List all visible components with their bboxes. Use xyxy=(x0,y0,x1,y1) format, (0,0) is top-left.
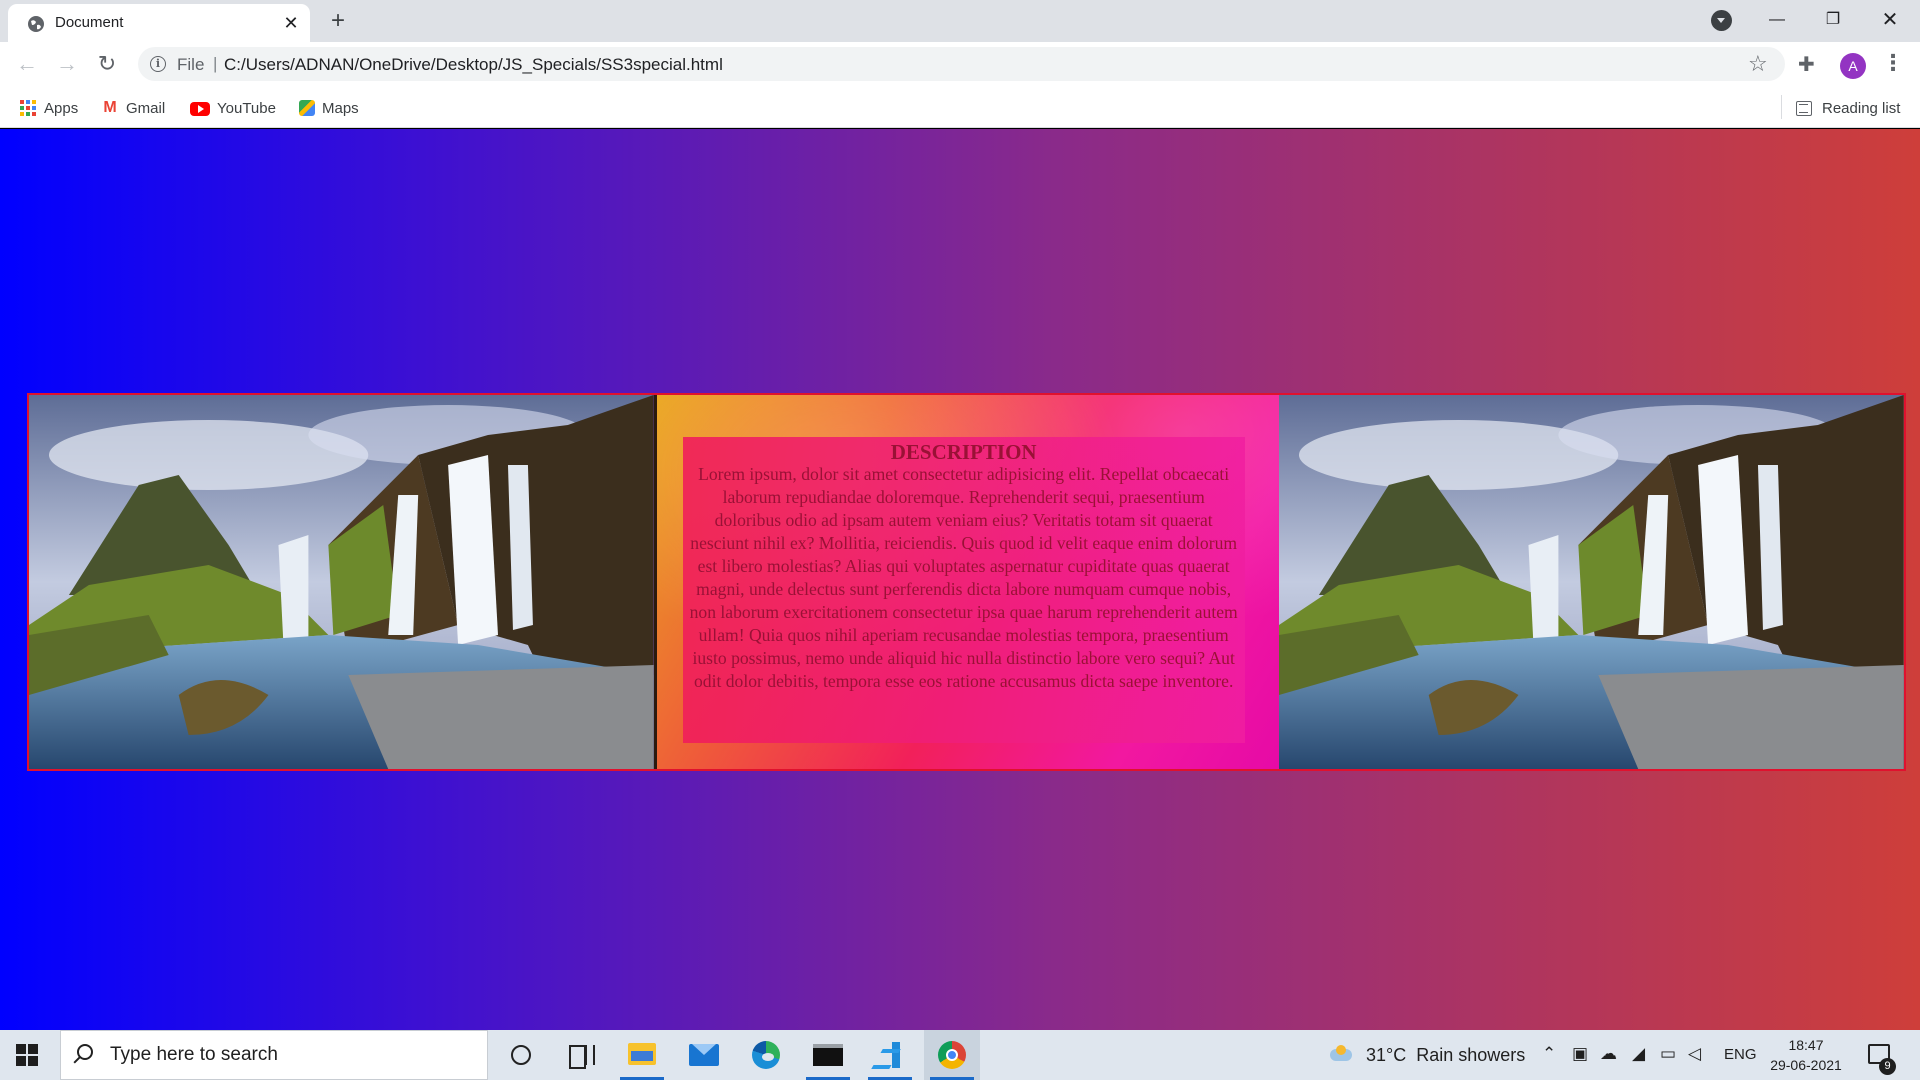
url-scheme: File xyxy=(177,55,205,74)
back-arrow-icon[interactable]: ← xyxy=(12,49,42,79)
tab-close-icon[interactable]: ✕ xyxy=(280,12,302,34)
mail-icon xyxy=(689,1044,719,1066)
bookmark-label: Maps xyxy=(322,99,359,117)
language-indicator[interactable]: ENG xyxy=(1724,1046,1757,1063)
forward-arrow-icon[interactable]: → xyxy=(52,49,82,79)
notification-count-badge: 9 xyxy=(1879,1058,1896,1075)
vscode-button[interactable] xyxy=(862,1030,918,1080)
mail-button[interactable] xyxy=(676,1030,732,1080)
tab-title: Document xyxy=(55,14,124,31)
bookmark-star-icon[interactable]: ☆ xyxy=(1748,51,1768,77)
bookmark-label: Apps xyxy=(44,99,79,117)
kebab-menu-icon[interactable]: ⋮ xyxy=(1882,50,1904,76)
tab-strip: Document ✕ + — ❐ ✕ xyxy=(0,0,1920,42)
clock-date: 29-06-2021 xyxy=(1770,1057,1842,1073)
weather-rain-icon xyxy=(1330,1045,1356,1065)
chrome-button[interactable] xyxy=(924,1030,980,1080)
bookmarks-divider xyxy=(1781,95,1782,119)
waterfall-image-left xyxy=(29,395,654,769)
cortana-icon xyxy=(511,1045,531,1065)
waterfall-image-right xyxy=(1279,395,1905,769)
apps-grid-icon xyxy=(19,99,37,117)
maps-icon xyxy=(299,100,315,116)
windows-taskbar: Type here to search 31°C Rain showers ⌃ … xyxy=(0,1030,1920,1080)
edge-button[interactable] xyxy=(738,1030,794,1080)
reload-icon[interactable]: ↻ xyxy=(92,49,122,79)
chevron-up-icon[interactable]: ⌃ xyxy=(1542,1044,1556,1064)
bookmark-apps[interactable]: Apps xyxy=(19,97,78,119)
bookmark-gmail[interactable]: M Gmail xyxy=(101,97,165,119)
volume-icon[interactable]: ◁ xyxy=(1688,1044,1701,1064)
weather-temperature: 31°C xyxy=(1366,1044,1407,1065)
image-description-strip: DESCRIPTION Lorem ipsum, dolor sit amet … xyxy=(27,393,1906,771)
reading-list-button[interactable]: Reading list xyxy=(1796,97,1900,119)
waterfall-landscape-image xyxy=(29,395,654,769)
address-bar[interactable]: i File | C:/Users/ADNAN/OneDrive/Desktop… xyxy=(138,47,1785,81)
reading-list-label: Reading list xyxy=(1822,99,1901,117)
youtube-icon xyxy=(190,102,210,116)
edge-icon xyxy=(752,1041,780,1069)
minimize-button[interactable]: — xyxy=(1749,0,1805,42)
terminal-button[interactable] xyxy=(800,1030,856,1080)
description-box: DESCRIPTION Lorem ipsum, dolor sit amet … xyxy=(682,437,1245,743)
profile-avatar[interactable]: A xyxy=(1840,53,1866,79)
tab-search-icon[interactable] xyxy=(1711,10,1732,31)
vscode-icon xyxy=(877,1042,903,1068)
url-text[interactable]: C:/Users/ADNAN/OneDrive/Desktop/JS_Speci… xyxy=(224,55,723,75)
search-placeholder: Type here to search xyxy=(110,1044,278,1065)
reading-list-icon xyxy=(1796,100,1812,116)
close-window-button[interactable]: ✕ xyxy=(1862,0,1918,42)
gmail-icon: M xyxy=(103,99,117,116)
description-text: Lorem ipsum, dolor sit amet consectetur … xyxy=(689,464,1238,691)
folder-icon xyxy=(628,1043,656,1065)
new-tab-button[interactable]: + xyxy=(324,8,352,36)
restore-button[interactable]: ❐ xyxy=(1805,0,1861,42)
waterfall-landscape-image xyxy=(1279,395,1905,769)
windows-start-icon[interactable] xyxy=(16,1044,38,1066)
extensions-puzzle-icon[interactable]: ✚ xyxy=(1798,52,1815,77)
browser-tab[interactable]: Document ✕ xyxy=(8,4,310,42)
bookmark-label: Gmail xyxy=(126,99,166,117)
system-clock[interactable]: 18:47 29-06-2021 xyxy=(1766,1035,1846,1075)
battery-icon[interactable]: ▭ xyxy=(1660,1044,1676,1064)
taskbar-search-box[interactable]: Type here to search xyxy=(60,1030,488,1080)
onedrive-cloud-icon[interactable]: ☁ xyxy=(1600,1044,1617,1064)
browser-toolbar: ← → ↻ i File | C:/Users/ADNAN/OneDrive/D… xyxy=(0,42,1920,88)
file-explorer-button[interactable] xyxy=(614,1030,670,1080)
terminal-icon xyxy=(813,1044,843,1066)
task-view-icon xyxy=(569,1045,595,1069)
info-icon[interactable]: i xyxy=(150,56,166,72)
weather-condition: Rain showers xyxy=(1416,1044,1526,1065)
bookmark-maps[interactable]: Maps xyxy=(299,97,359,119)
search-icon xyxy=(77,1044,93,1060)
meet-now-icon[interactable]: ▣ xyxy=(1572,1044,1588,1064)
url-separator: | xyxy=(213,54,218,73)
task-view-button[interactable] xyxy=(552,1030,608,1080)
wifi-icon[interactable]: ◢ xyxy=(1632,1044,1645,1064)
bookmarks-bar: Apps M Gmail YouTube Maps xyxy=(0,88,1920,128)
bookmark-label: YouTube xyxy=(217,99,276,117)
globe-icon xyxy=(28,16,44,32)
page-background: DESCRIPTION Lorem ipsum, dolor sit amet … xyxy=(0,129,1920,1030)
bookmark-youtube[interactable]: YouTube xyxy=(190,97,276,119)
description-panel: DESCRIPTION Lorem ipsum, dolor sit amet … xyxy=(653,395,1280,769)
cortana-button[interactable] xyxy=(492,1030,548,1080)
description-title: DESCRIPTION xyxy=(890,440,1037,464)
weather-widget[interactable]: 31°C Rain showers xyxy=(1330,1044,1525,1066)
chrome-icon xyxy=(938,1041,966,1069)
clock-time: 18:47 xyxy=(1788,1037,1824,1053)
